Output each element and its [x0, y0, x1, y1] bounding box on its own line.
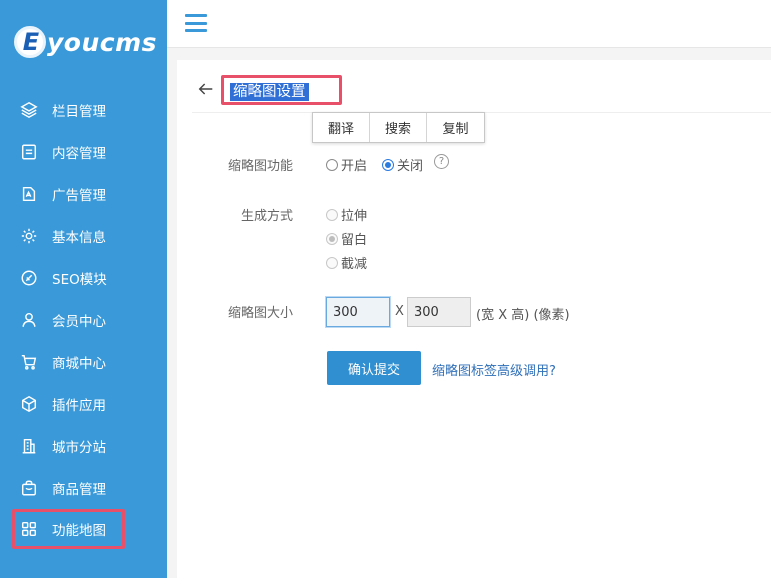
gear-icon: [20, 227, 38, 245]
help-icon[interactable]: ?: [434, 154, 449, 169]
radio-pad[interactable]: 留白: [326, 229, 367, 248]
radio-stretch[interactable]: 拉伸: [326, 205, 367, 224]
sidebar-item-seo[interactable]: SEO模块: [0, 258, 167, 298]
settings-panel: 缩略图设置 翻译 搜索 复制 缩略图功能 开启 关闭 ? 生成方式 拉伸 留白 …: [177, 60, 771, 578]
ad-icon: [20, 185, 38, 203]
radio-disable[interactable]: 关闭: [382, 155, 423, 174]
sidebar-item-content[interactable]: 内容管理: [0, 132, 167, 172]
radio-enable[interactable]: 开启: [326, 155, 367, 174]
logo-letter: E: [22, 28, 40, 56]
sidebar-item-label: 广告管理: [52, 188, 106, 204]
submit-button[interactable]: 确认提交: [327, 351, 421, 385]
sidebar-item-ads[interactable]: 广告管理: [0, 174, 167, 214]
bag-icon: [20, 479, 38, 497]
page-title-highlight: 缩略图设置: [221, 75, 342, 105]
size-hint: (宽 X 高) (像素): [476, 308, 570, 323]
sidebar-item-label: 基本信息: [52, 230, 106, 246]
sidebar-item-category[interactable]: 栏目管理: [0, 90, 167, 130]
sidebar-item-label: 会员中心: [52, 314, 106, 330]
radio-pad-label: 留白: [341, 233, 368, 248]
sidebar-item-members[interactable]: 会员中心: [0, 300, 167, 340]
sidebar-item-label: 插件应用: [52, 398, 106, 414]
search-button[interactable]: 搜索: [370, 113, 427, 142]
sidebar-item-label: 内容管理: [52, 146, 106, 162]
sidebar-item-basic-info[interactable]: 基本信息: [0, 216, 167, 256]
sidebar-item-label: 商城中心: [52, 356, 106, 372]
translate-button[interactable]: 翻译: [313, 113, 370, 142]
sidebar-item-mall[interactable]: 商城中心: [0, 342, 167, 382]
sidebar-item-plugins[interactable]: 插件应用: [0, 384, 167, 424]
copy-button[interactable]: 复制: [427, 113, 484, 142]
radio-dot: [326, 208, 338, 221]
cube-icon: [20, 395, 38, 413]
cart-icon: [20, 353, 38, 371]
sidebar-item-label: 城市分站: [52, 440, 106, 456]
sidebar: E youcms 栏目管理 内容管理 广告管理 基本信息 SEO模块 会员中心 …: [0, 0, 167, 578]
logo-mark: E: [14, 26, 46, 58]
radio-dot: [382, 158, 394, 171]
building-icon: [20, 437, 38, 455]
thumb-size-label: 缩略图大小: [227, 306, 293, 321]
selection-context-toolbar: 翻译 搜索 复制: [312, 112, 485, 143]
width-input[interactable]: [326, 297, 390, 327]
logo[interactable]: E youcms: [14, 22, 157, 62]
advanced-usage-link[interactable]: 缩略图标签高级调用?: [432, 360, 556, 379]
radio-dot: [326, 256, 338, 269]
logo-text: youcms: [47, 27, 158, 57]
size-separator: X: [395, 304, 404, 319]
sidebar-item-label: 商品管理: [52, 482, 106, 498]
seo-icon: [20, 269, 38, 287]
radio-stretch-label: 拉伸: [341, 209, 368, 224]
menu-toggle-icon[interactable]: [185, 14, 207, 32]
radio-crop-label: 截减: [341, 257, 368, 272]
page-title: 缩略图设置: [230, 83, 309, 101]
sidebar-item-label: 功能地图: [52, 523, 106, 539]
thumb-function-label: 缩略图功能: [227, 159, 293, 174]
sidebar-item-label: 栏目管理: [52, 104, 106, 120]
radio-dot: [326, 232, 338, 245]
generate-mode-label: 生成方式: [240, 209, 293, 224]
sidebar-item-label: SEO模块: [52, 272, 107, 288]
sidebar-item-city-sites[interactable]: 城市分站: [0, 426, 167, 466]
user-icon: [20, 311, 38, 329]
document-icon: [20, 143, 38, 161]
radio-dot: [326, 158, 338, 171]
height-input[interactable]: [407, 297, 471, 327]
top-bar: [167, 0, 771, 48]
radio-enable-label: 开启: [341, 159, 368, 174]
back-arrow-icon[interactable]: [197, 80, 219, 102]
sidebar-item-products[interactable]: 商品管理: [0, 468, 167, 508]
radio-crop[interactable]: 截减: [326, 253, 367, 272]
radio-disable-label: 关闭: [397, 159, 424, 174]
layers-icon: [20, 101, 38, 119]
grid-icon: [20, 520, 38, 538]
sidebar-item-function-map[interactable]: 功能地图: [12, 509, 125, 549]
